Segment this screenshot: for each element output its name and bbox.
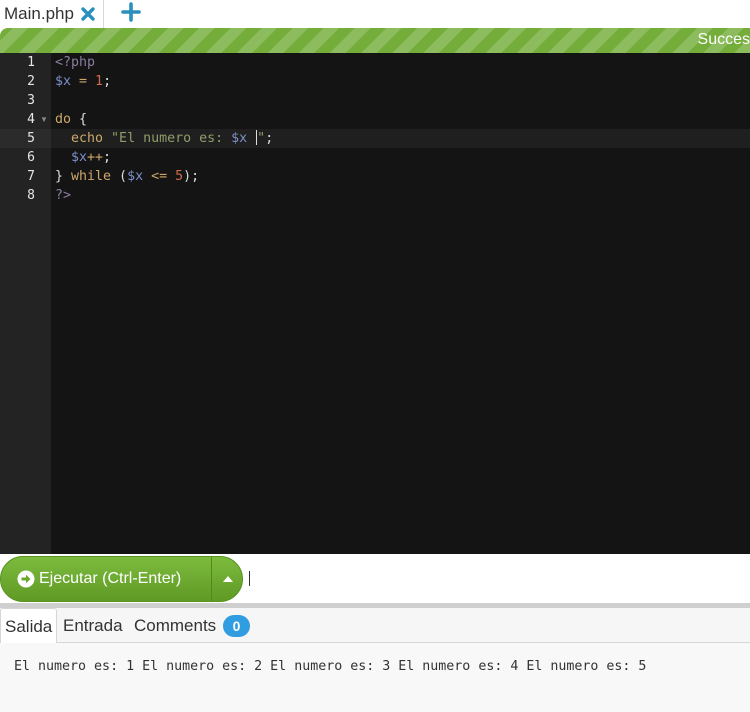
code-token: 1 [95,74,104,89]
program-output: El numero es: 1 El numero es: 2 El numer… [14,659,647,674]
line-number: 8 [27,188,35,203]
execution-progress-bar: Succes [0,28,750,53]
code-token: while [71,169,112,184]
code-token: $x [71,150,88,165]
arrow-circle-icon [17,570,35,588]
code-token: { [71,112,88,127]
tab-salida[interactable]: Salida [0,608,58,644]
code-token: ++ [87,150,104,165]
code-token: ?> [55,188,72,203]
code-token: do [55,112,72,127]
code-line: <?php [55,53,95,72]
code-token: ( [111,169,128,184]
code-line: } while ($x <= 5); [55,167,199,186]
code-line: $x++; [55,148,111,167]
code-line: ?> [55,186,71,205]
tab-main-php[interactable]: Main.php [0,0,104,28]
code-token: echo [71,131,104,146]
line-number: 5 [27,131,35,146]
line-number: 7 [27,169,35,184]
file-tab-bar: Main.php [0,0,750,28]
progress-status-text: Succes [697,31,750,48]
line-number: 3 [27,93,35,108]
run-button-group: Ejecutar (Ctrl-Enter) [0,556,243,602]
line-number: 1 [27,55,35,70]
code-token: <?php [55,55,96,70]
code-editor[interactable]: 1 2 3 4 ▼ 5 6 7 8 <?php $x = 1; do { echo "El nume… [0,53,750,554]
line-number: 4 [27,112,35,127]
tab-entrada[interactable]: Entrada [63,608,123,643]
line-number: 6 [27,150,35,165]
code-line: echo "El numero es: $x "; [55,129,273,148]
close-icon[interactable] [80,6,96,22]
caret-up-icon [222,576,233,582]
comments-count-badge: 0 [223,615,250,637]
run-options-dropdown[interactable] [211,557,243,601]
code-token: " [257,131,266,146]
tab-label: Main.php [4,4,74,23]
code-token: ); [183,169,200,184]
run-button-label: Ejecutar (Ctrl-Enter) [39,570,182,587]
code-token: <= [143,169,176,184]
code-token: $x [55,74,72,89]
code-line: $x = 1; [55,72,111,91]
output-tab-bar: Salida Entrada Comments 0 [0,608,750,644]
output-panel: El numero es: 1 El numero es: 2 El numer… [0,643,750,712]
code-token: "El numero es: [103,131,232,146]
code-token: ; [103,74,112,89]
code-token: } [55,169,72,184]
code-token: = [71,74,96,89]
stdin-text-cursor [249,571,250,586]
code-token: $x [127,169,144,184]
active-line-gutter [0,129,51,148]
tab-comments[interactable]: Comments [134,608,216,643]
run-toolbar: Ejecutar (Ctrl-Enter) [0,554,750,603]
code-line: do { [55,110,87,129]
fold-toggle-icon[interactable]: ▼ [40,110,48,129]
code-token: ; [103,150,112,165]
plus-icon[interactable] [121,2,141,22]
line-number: 2 [27,74,35,89]
run-button[interactable]: Ejecutar (Ctrl-Enter) [1,557,211,601]
code-token: $x [231,131,248,146]
code-token: ; [265,131,274,146]
line-number-gutter: 1 2 3 4 ▼ 5 6 7 8 [0,53,51,554]
code-token: 5 [175,169,184,184]
